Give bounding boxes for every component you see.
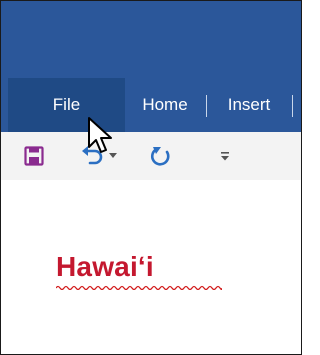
tab-home-label: Home [142, 95, 188, 114]
ribbon-tab-bar: File Home Insert [1, 78, 301, 132]
title-bar [1, 1, 301, 78]
word-window: File Home Insert Hawaiʻi [0, 0, 302, 355]
save-icon [24, 146, 44, 166]
tab-file-label: File [52, 95, 81, 114]
tab-insert-label: Insert [227, 95, 271, 114]
tab-divider [206, 95, 207, 117]
spelling-error-underline [56, 285, 222, 290]
tab-insert[interactable]: Insert [208, 78, 290, 132]
redo-icon [150, 147, 170, 166]
save-button[interactable] [19, 132, 49, 180]
tab-home[interactable]: Home [125, 78, 205, 132]
tab-divider [292, 95, 293, 117]
quick-access-toolbar [1, 132, 301, 180]
mouse-pointer-icon [88, 117, 112, 153]
document-canvas[interactable]: Hawaiʻi [1, 180, 301, 354]
document-text: Hawaiʻi [56, 251, 154, 282]
customize-qat-icon [221, 152, 229, 161]
customize-qat-button[interactable] [215, 132, 235, 180]
redo-button[interactable] [146, 132, 176, 180]
